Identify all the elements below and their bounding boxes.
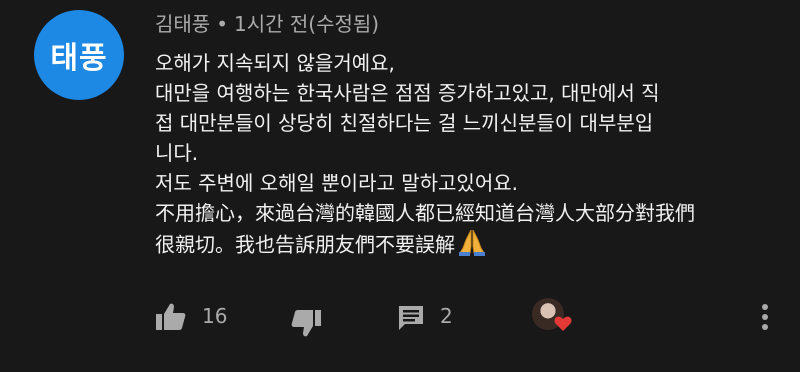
like-count: 16 <box>202 304 228 328</box>
heart-icon <box>554 316 572 336</box>
author-name[interactable]: 김태풍 <box>155 12 210 36</box>
folded-hands-emoji <box>457 228 487 264</box>
comment: 태풍 김태풍 • 1시간 전(수정됨) 오해가 지속되지 않을거예요, 대만을 여행… <box>0 0 800 372</box>
comment-actions: 16 2 <box>155 296 795 340</box>
comment-line: 접 대만분들이 상당히 친절하다는 걸 느끼신분들이 대부분입 <box>155 111 654 135</box>
comment-line-text: 很親切。我也告訴朋友們不要誤解 <box>155 232 455 257</box>
reply-icon[interactable] <box>397 304 425 336</box>
thumbs-down-icon[interactable] <box>290 308 322 342</box>
comment-line: 대만을 여행하는 한국사람은 점점 증가하고있고, 대만에서 직 <box>155 81 660 105</box>
author-avatar-text: 태풍 <box>50 41 108 76</box>
comment-line: 니다. <box>155 141 199 165</box>
comment-line-last: 很親切。我也告訴朋友們不要誤解 <box>155 228 785 264</box>
reply-count: 2 <box>440 304 453 328</box>
more-vert-icon[interactable] <box>755 302 775 332</box>
comment-line: 不用擔心，來過台灣的韓國人都已經知道台灣人大部分對我們 <box>155 201 695 225</box>
thumbs-up-icon[interactable] <box>155 302 187 336</box>
comment-line: 오해가 지속되지 않을거예요, <box>155 51 395 75</box>
comment-timestamp[interactable]: 1시간 전(수정됨) <box>234 12 379 36</box>
comment-meta: 김태풍 • 1시간 전(수정됨) <box>155 8 379 37</box>
author-avatar[interactable]: 태풍 <box>34 10 124 100</box>
comment-body: 오해가 지속되지 않을거예요, 대만을 여행하는 한국사람은 점점 증가하고있고… <box>155 48 785 264</box>
meta-separator: • <box>216 12 228 36</box>
creator-heart-badge[interactable] <box>532 296 572 336</box>
comment-line: 저도 주변에 오해일 뿐이라고 말하고있어요. <box>155 171 518 195</box>
